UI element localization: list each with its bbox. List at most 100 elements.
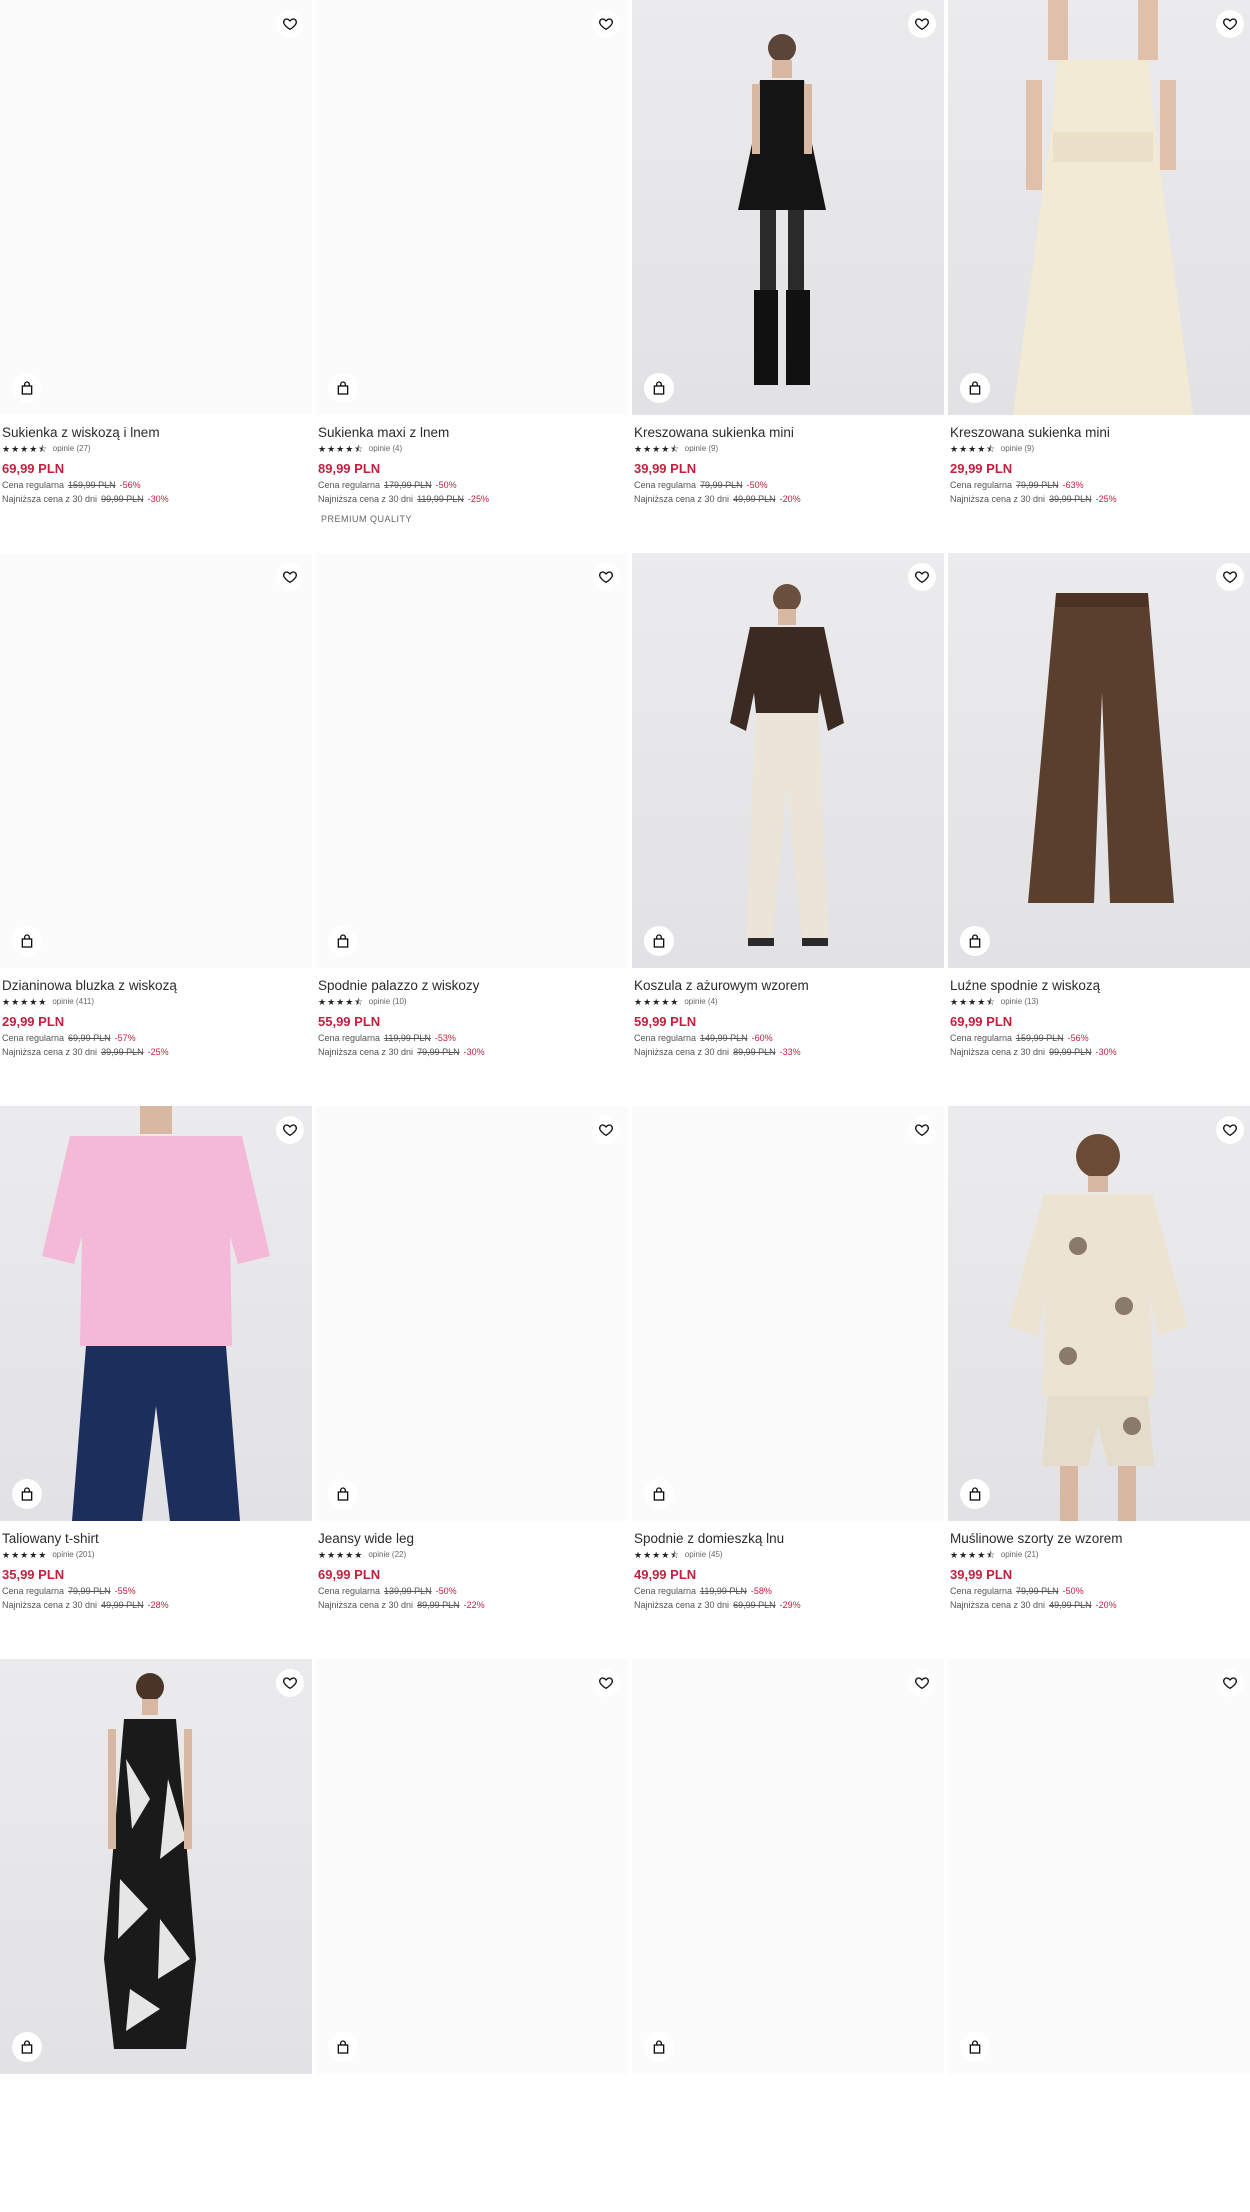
product-image[interactable] <box>0 0 312 415</box>
add-to-cart-button[interactable] <box>12 926 42 956</box>
add-to-cart-button[interactable] <box>644 2032 674 2062</box>
product-image[interactable] <box>316 1659 628 2074</box>
product-name[interactable]: Spodnie palazzo z wiskozy <box>318 977 628 994</box>
product-name[interactable]: Muślinowe szorty ze wzorem <box>950 1530 1250 1547</box>
product-name[interactable]: Taliowany t-shirt <box>2 1530 312 1547</box>
favorite-button[interactable] <box>1216 1669 1244 1697</box>
product-name[interactable]: Luźne spodnie z wiskozą <box>950 977 1250 994</box>
product-image[interactable] <box>316 1106 628 1521</box>
product-name[interactable]: Koszula z ażurowym wzorem <box>634 977 944 994</box>
add-to-cart-button[interactable] <box>328 926 358 956</box>
shopping-bag-icon <box>337 2040 349 2054</box>
favorite-button[interactable] <box>276 563 304 591</box>
add-to-cart-button[interactable] <box>644 926 674 956</box>
product-card[interactable]: Muślinowe szorty ze wzorem ★★★★⯪ opinie (… <box>948 1106 1250 1659</box>
product-rating[interactable]: ★★★★★ opinie (411) <box>2 996 312 1008</box>
favorite-button[interactable] <box>1216 563 1244 591</box>
regular-price: 69,99 PLN <box>68 1033 111 1043</box>
product-image[interactable] <box>316 0 628 415</box>
add-to-cart-button[interactable] <box>960 2032 990 2062</box>
product-rating[interactable]: ★★★★⯪ opinie (9) <box>950 443 1250 455</box>
product-card[interactable]: Koszula z ażurowym wzorem ★★★★★ opinie (4… <box>632 553 944 1106</box>
current-price: 29,99 PLN <box>950 461 1013 476</box>
favorite-button[interactable] <box>1216 10 1244 38</box>
product-image[interactable] <box>632 1106 944 1521</box>
favorite-button[interactable] <box>908 1116 936 1144</box>
favorite-button[interactable] <box>592 563 620 591</box>
favorite-button[interactable] <box>592 10 620 38</box>
product-card[interactable]: Jeansy wide leg ★★★★★ opinie (22) 69,99 P… <box>316 1106 628 1659</box>
favorite-button[interactable] <box>276 1669 304 1697</box>
favorite-button[interactable] <box>908 563 936 591</box>
product-rating[interactable]: ★★★★★ opinie (22) <box>318 1549 628 1561</box>
product-card[interactable]: Luźne spodnie z wiskozą ★★★★⯪ opinie (13)… <box>948 553 1250 1106</box>
product-rating[interactable]: ★★★★★ opinie (201) <box>2 1549 312 1561</box>
product-name[interactable]: Jeansy wide leg <box>318 1530 628 1547</box>
add-to-cart-button[interactable] <box>644 373 674 403</box>
add-to-cart-button[interactable] <box>960 373 990 403</box>
lowest-price: 99,99 PLN <box>101 494 144 504</box>
favorite-button[interactable] <box>276 1116 304 1144</box>
favorite-button[interactable] <box>908 10 936 38</box>
current-price: 39,99 PLN <box>634 461 697 476</box>
add-to-cart-button[interactable] <box>12 373 42 403</box>
product-image[interactable] <box>0 1659 312 2074</box>
product-image[interactable] <box>0 553 312 968</box>
add-to-cart-button[interactable] <box>644 1479 674 1509</box>
product-image[interactable] <box>632 1659 944 2074</box>
product-card[interactable]: Spodnie z domieszką lnu ★★★★⯪ opinie (45)… <box>632 1106 944 1659</box>
product-card[interactable]: Spodnie palazzo z wiskozy ★★★★⯪ opinie (1… <box>316 553 628 1106</box>
product-card[interactable]: Dzianinowa bluzka z wiskozą ★★★★★ opinie … <box>0 553 312 1106</box>
product-image[interactable] <box>948 0 1250 415</box>
product-card[interactable] <box>632 1659 944 2212</box>
add-to-cart-button[interactable] <box>960 1479 990 1509</box>
product-name[interactable]: Sukienka maxi z lnem <box>318 424 628 441</box>
favorite-button[interactable] <box>592 1669 620 1697</box>
favorite-button[interactable] <box>1216 1116 1244 1144</box>
product-image[interactable] <box>0 1106 312 1521</box>
add-to-cart-button[interactable] <box>328 2032 358 2062</box>
product-rating[interactable]: ★★★★⯪ opinie (9) <box>634 443 944 455</box>
product-card[interactable] <box>316 1659 628 2212</box>
add-to-cart-button[interactable] <box>12 1479 42 1509</box>
product-image[interactable] <box>316 553 628 968</box>
lowest-price-label: Najniższa cena z 30 dni <box>950 1600 1046 1610</box>
lowest-price: 49,99 PLN <box>1049 1600 1092 1610</box>
favorite-button[interactable] <box>908 1669 936 1697</box>
product-rating[interactable]: ★★★★⯪ opinie (45) <box>634 1549 944 1561</box>
product-card[interactable] <box>0 1659 312 2212</box>
add-to-cart-button[interactable] <box>328 373 358 403</box>
product-card[interactable] <box>948 1659 1250 2212</box>
product-rating[interactable]: ★★★★⯪ opinie (10) <box>318 996 628 1008</box>
product-name[interactable]: Sukienka z wiskozą i lnem <box>2 424 312 441</box>
favorite-button[interactable] <box>276 10 304 38</box>
product-image[interactable] <box>948 1659 1250 2074</box>
product-card[interactable]: Sukienka z wiskozą i lnem ★★★★⯪ opinie (2… <box>0 0 312 553</box>
trousers-image <box>1028 593 1174 903</box>
product-name[interactable]: Kreszowana sukienka mini <box>634 424 944 441</box>
product-rating[interactable]: ★★★★⯪ opinie (4) <box>318 443 628 455</box>
product-card[interactable]: Taliowany t-shirt ★★★★★ opinie (201) 35,9… <box>0 1106 312 1659</box>
product-rating[interactable]: ★★★★⯪ opinie (13) <box>950 996 1250 1008</box>
lowest-price-label: Najniższa cena z 30 dni <box>634 494 730 504</box>
favorite-button[interactable] <box>592 1116 620 1144</box>
product-name[interactable]: Dzianinowa bluzka z wiskozą <box>2 977 312 994</box>
lowest-price: 89,99 PLN <box>733 1047 776 1057</box>
add-to-cart-button[interactable] <box>328 1479 358 1509</box>
lowest-price-line: Najniższa cena z 30 dni 49,99 PLN -20% <box>634 494 944 505</box>
product-image[interactable] <box>632 0 944 415</box>
product-rating[interactable]: ★★★★★ opinie (4) <box>634 996 944 1008</box>
add-to-cart-button[interactable] <box>960 926 990 956</box>
product-name[interactable]: Kreszowana sukienka mini <box>950 424 1250 441</box>
product-image[interactable] <box>948 1106 1250 1521</box>
product-card[interactable]: Kreszowana sukienka mini ★★★★⯪ opinie (9)… <box>632 0 944 553</box>
product-card[interactable]: Sukienka maxi z lnem ★★★★⯪ opinie (4) 89,… <box>316 0 628 553</box>
product-name[interactable]: Spodnie z domieszką lnu <box>634 1530 944 1547</box>
product-rating[interactable]: ★★★★⯪ opinie (21) <box>950 1549 1250 1561</box>
product-rating[interactable]: ★★★★⯪ opinie (27) <box>2 443 312 455</box>
product-card[interactable]: Kreszowana sukienka mini ★★★★⯪ opinie (9)… <box>948 0 1250 553</box>
add-to-cart-button[interactable] <box>12 2032 42 2062</box>
review-count: opinie (45) <box>684 1550 723 1559</box>
product-image[interactable] <box>948 553 1250 968</box>
product-image[interactable] <box>632 553 944 968</box>
